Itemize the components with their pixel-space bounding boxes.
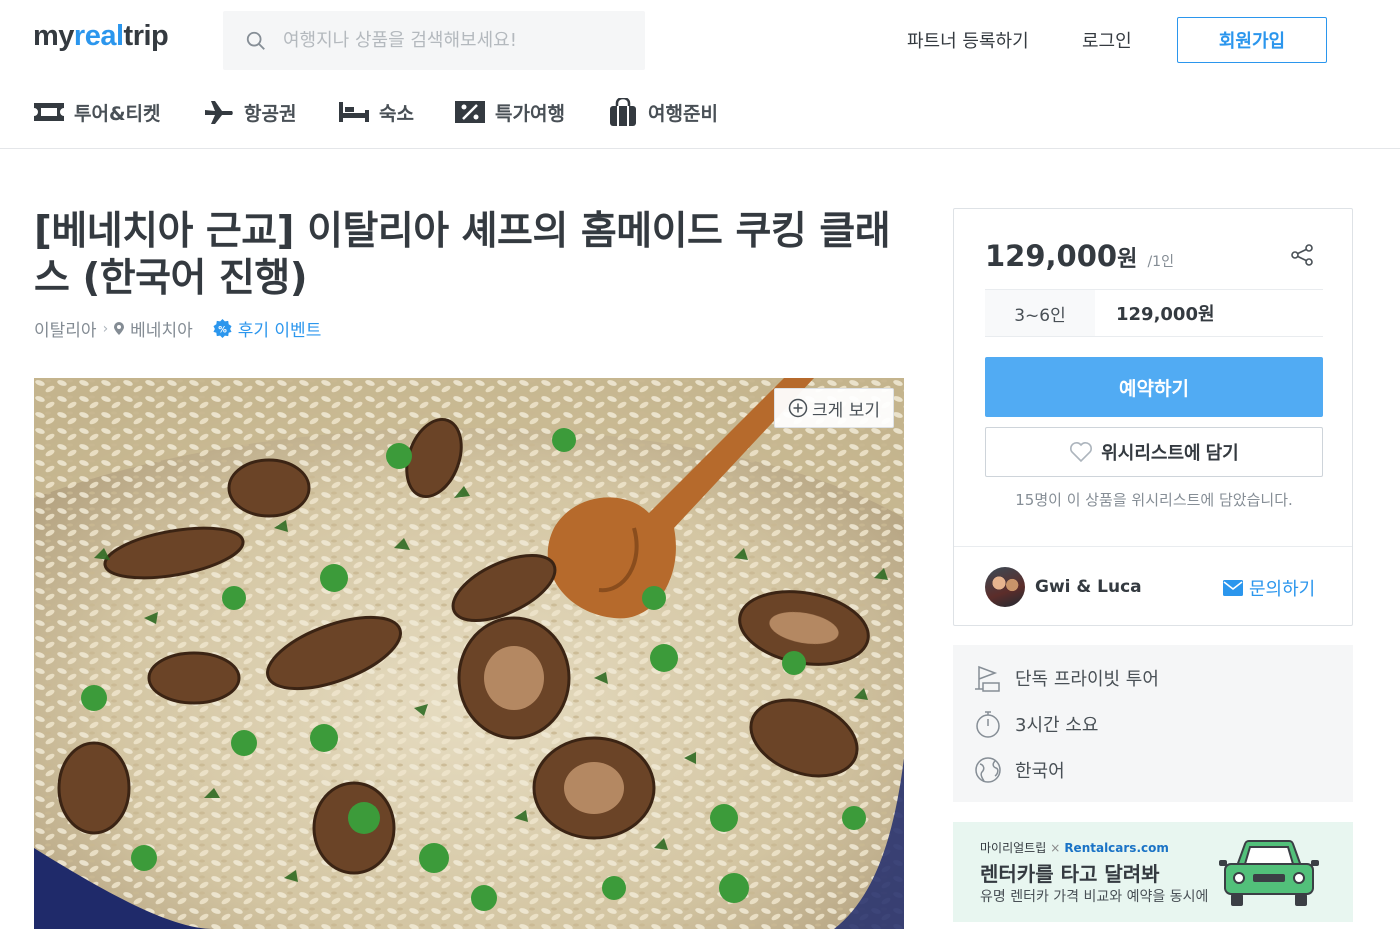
login-link[interactable]: 로그인 bbox=[1082, 27, 1132, 53]
category-nav: 투어&티켓 항공권 숙소 특가여행 여행준비 bbox=[0, 88, 1400, 148]
banner-subline: 유명 렌터카 가격 비교와 예약을 동시에 bbox=[980, 889, 1209, 905]
price-currency: 원 bbox=[1117, 247, 1138, 272]
location-pin-icon bbox=[114, 322, 125, 335]
guide-name: Gwi & Luca bbox=[1035, 577, 1142, 597]
event-label: 후기 이벤트 bbox=[237, 321, 322, 341]
category-label: 투어&티켓 bbox=[74, 102, 161, 125]
banner-cross: × bbox=[1050, 840, 1061, 855]
signup-button[interactable]: 회원가입 bbox=[1177, 17, 1327, 63]
banner-headline: 렌터카를 타고 달려봐 bbox=[980, 862, 1160, 886]
globe-icon bbox=[975, 757, 1001, 783]
inquiry-label: 문의하기 bbox=[1249, 579, 1316, 600]
avatar bbox=[985, 567, 1025, 607]
top-header: myrealtrip 파트너 등록하기 로그인 회원가입 bbox=[0, 0, 1400, 80]
logo[interactable]: myrealtrip bbox=[33, 20, 169, 53]
tour-info-box: 단독 프라이빗 투어 3시간 소요 한국어 bbox=[953, 645, 1353, 802]
heart-icon bbox=[1070, 442, 1093, 463]
category-label: 항공권 bbox=[244, 102, 297, 125]
tour-type-text: 단독 프라이빗 투어 bbox=[1015, 669, 1159, 690]
tier-price: 129,000원 bbox=[1116, 304, 1215, 325]
guide-profile[interactable]: Gwi & Luca bbox=[985, 567, 1142, 607]
category-label: 특가여행 bbox=[495, 102, 565, 125]
duration-text: 3시간 소요 bbox=[1015, 715, 1099, 736]
banner-brands: 마이리얼트립 × Rentalcars.com bbox=[980, 839, 1169, 856]
breadcrumb-city[interactable]: 베네치아 bbox=[130, 316, 193, 341]
language-text: 한국어 bbox=[1015, 761, 1065, 782]
category-tour-ticket[interactable]: 투어&티켓 bbox=[33, 98, 161, 126]
booking-card: 129,000원 /1인 3~6인 129,000원 예약하기 위시리스트에 담… bbox=[953, 208, 1353, 626]
info-language: 한국어 bbox=[973, 755, 1065, 785]
wishlist-label: 위시리스트에 담기 bbox=[1101, 443, 1239, 463]
risotto-image bbox=[34, 378, 904, 929]
category-special-deals[interactable]: 특가여행 bbox=[454, 98, 565, 126]
product-title: [베네치아 근교] 이탈리아 셰프의 홈메이드 쿠킹 클래스 (한국어 진행) bbox=[34, 209, 891, 301]
price-tier-row: 3~6인 129,000원 bbox=[985, 289, 1323, 337]
stopwatch-icon bbox=[976, 711, 1000, 738]
wishlist-button[interactable]: 위시리스트에 담기 bbox=[985, 427, 1323, 477]
product-photo[interactable]: 크게 보기 bbox=[34, 378, 904, 929]
inquiry-button[interactable]: 문의하기 bbox=[1223, 575, 1315, 601]
car-icon bbox=[1219, 840, 1319, 906]
search-icon bbox=[246, 31, 265, 50]
book-button[interactable]: 예약하기 bbox=[985, 357, 1323, 417]
discount-icon bbox=[455, 101, 485, 123]
search-input[interactable] bbox=[283, 30, 623, 51]
bed-icon bbox=[339, 102, 369, 122]
search-bar[interactable] bbox=[223, 11, 645, 70]
chevron-right-icon: › bbox=[102, 320, 109, 337]
rentalcar-ad-banner[interactable]: 마이리얼트립 × Rentalcars.com 렌터카를 타고 달려봐 유명 렌… bbox=[953, 822, 1353, 922]
header-divider bbox=[0, 148, 1400, 149]
breadcrumb-country[interactable]: 이탈리아 bbox=[34, 316, 97, 341]
plus-circle-icon bbox=[788, 398, 808, 418]
category-travel-prep[interactable]: 여행준비 bbox=[607, 98, 718, 126]
breadcrumb: 이탈리아 › 베네치아 % 후기 이벤트 bbox=[34, 316, 321, 341]
tier-people: 3~6인 bbox=[985, 290, 1095, 336]
category-label: 숙소 bbox=[379, 102, 414, 125]
bag-icon bbox=[610, 98, 636, 126]
share-icon[interactable] bbox=[1290, 243, 1314, 267]
wishlist-count: 15명이 이 상품을 위시리스트에 담았습니다. bbox=[1015, 491, 1293, 509]
price-amount: 129,000 bbox=[985, 239, 1118, 273]
airplane-icon bbox=[205, 101, 233, 124]
review-event-link[interactable]: % 후기 이벤트 bbox=[213, 316, 322, 341]
svg-text:%: % bbox=[218, 325, 227, 335]
percent-badge-icon: % bbox=[213, 319, 232, 338]
info-duration: 3시간 소요 bbox=[973, 709, 1098, 739]
mail-icon bbox=[1223, 580, 1243, 596]
category-stay[interactable]: 숙소 bbox=[338, 98, 414, 126]
category-flights[interactable]: 항공권 bbox=[203, 98, 296, 126]
category-label: 여행준비 bbox=[648, 102, 718, 125]
zoom-label: 크게 보기 bbox=[812, 400, 880, 421]
partner-link[interactable]: 파트너 등록하기 bbox=[907, 27, 1029, 53]
price-unit: /1인 bbox=[1147, 254, 1174, 270]
info-tour-type: 단독 프라이빗 투어 bbox=[973, 663, 1159, 693]
banner-brand-right: Rentalcars.com bbox=[1064, 840, 1169, 855]
card-divider bbox=[954, 546, 1352, 547]
zoom-button[interactable]: 크게 보기 bbox=[774, 388, 894, 428]
private-tour-flag-icon bbox=[975, 665, 1000, 692]
price: 129,000원 /1인 bbox=[985, 239, 1174, 273]
ticket-icon bbox=[34, 103, 64, 121]
banner-brand-left: 마이리얼트립 bbox=[980, 841, 1047, 855]
